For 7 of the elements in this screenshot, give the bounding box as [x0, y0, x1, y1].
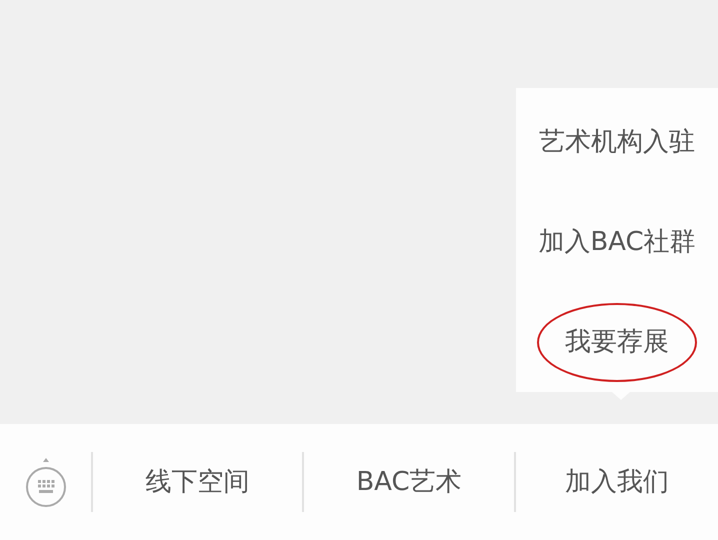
bottom-tab[interactable]: 线下空间: [93, 424, 302, 540]
bottom-tab[interactable]: BAC艺术: [304, 424, 514, 540]
menu-item[interactable]: 加入BAC社群: [538, 222, 696, 262]
menu-item[interactable]: 我要荐展: [537, 302, 697, 382]
menu-item[interactable]: 艺术机构入驻: [539, 122, 695, 162]
bottom-tab[interactable]: 加入我们: [516, 424, 718, 540]
keyboard-icon[interactable]: [24, 456, 66, 508]
